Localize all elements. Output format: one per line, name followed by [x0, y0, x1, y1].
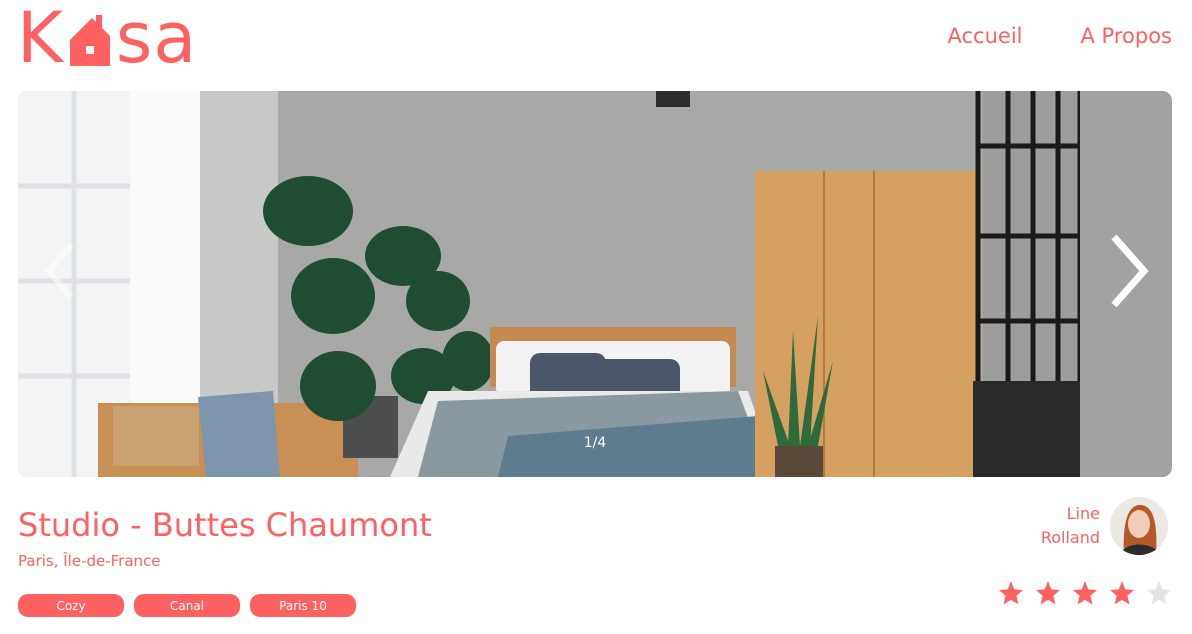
tag: Canal	[134, 594, 240, 617]
chevron-right-icon	[1111, 234, 1149, 308]
tag-list: Cozy Canal Paris 10	[18, 594, 356, 617]
carousel-prev-button[interactable]	[36, 231, 84, 311]
star-empty-icon	[1147, 581, 1171, 605]
carousel-next-button[interactable]	[1106, 231, 1154, 311]
star-filled-icon	[1036, 581, 1060, 605]
star-filled-icon	[999, 581, 1023, 605]
nav-link-accueil[interactable]: Accueil	[948, 24, 1023, 48]
main-nav: Accueil A Propos	[948, 24, 1172, 48]
logo-letter-k: K	[17, 0, 64, 79]
logo[interactable]: K sa	[17, 0, 198, 79]
tag: Paris 10	[250, 594, 356, 617]
star-filled-icon	[1110, 581, 1134, 605]
listing-title: Studio - Buttes Chaumont	[18, 506, 432, 544]
star-filled-icon	[1073, 581, 1097, 605]
rating-stars	[998, 580, 1172, 606]
listing-location: Paris, Île-de-France	[18, 552, 161, 570]
host-info: Line Rolland	[1041, 497, 1168, 555]
listing-photo	[18, 91, 1172, 477]
host-first-name: Line	[1066, 504, 1100, 523]
host-last-name: Rolland	[1040, 528, 1100, 547]
chevron-left-icon	[45, 243, 74, 299]
photo-carousel: 1/4	[18, 91, 1172, 477]
host-avatar	[1110, 497, 1168, 555]
house-icon	[69, 15, 110, 66]
tag: Cozy	[18, 594, 124, 617]
nav-link-a-propos[interactable]: A Propos	[1081, 24, 1172, 48]
host-name: Line Rolland	[1041, 502, 1100, 550]
logo-letters-sa: sa	[115, 0, 198, 79]
carousel-counter: 1/4	[583, 435, 607, 451]
